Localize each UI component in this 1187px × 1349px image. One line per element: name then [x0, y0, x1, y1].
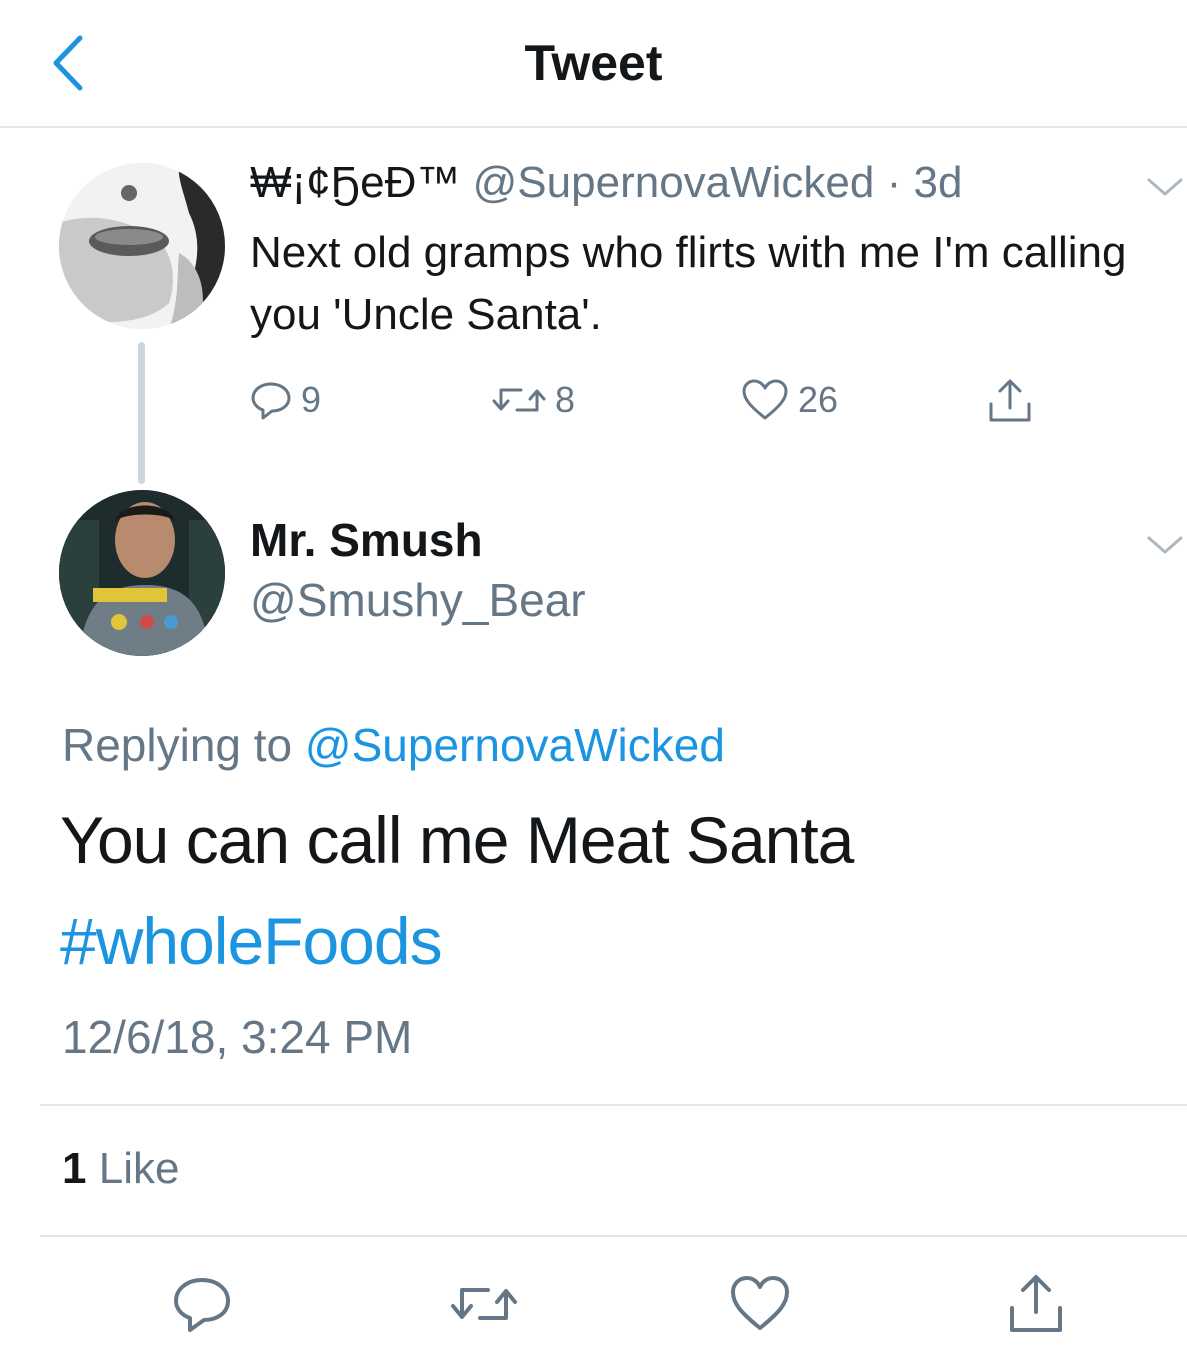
replying-to-line: Replying to @SupernovaWicked: [62, 718, 725, 772]
parent-display-name[interactable]: ₩¡¢ҔeĐ™: [250, 158, 460, 207]
share-icon: [989, 379, 1031, 422]
replying-to-mention[interactable]: @SupernovaWicked: [305, 719, 725, 771]
thread-connector-line: [138, 342, 145, 484]
parent-tweet-text: Next old gramps who flirts with me I'm c…: [250, 228, 1127, 339]
chevron-down-icon: [1147, 536, 1183, 554]
time-separator: ·: [886, 158, 902, 207]
reply-icon: [251, 382, 291, 420]
like-button[interactable]: [728, 1272, 792, 1336]
reply-button[interactable]: [170, 1272, 234, 1336]
divider: [40, 1104, 1187, 1106]
likes-label: Like: [98, 1144, 180, 1193]
hashtag-link[interactable]: #wholeFoods: [60, 903, 443, 979]
retweet-icon: [451, 1288, 517, 1320]
share-icon: [1010, 1275, 1062, 1332]
heart-icon: [731, 1276, 789, 1330]
parent-like-button[interactable]: 26: [740, 378, 838, 422]
tweet-timestamp: 12/6/18, 3:24 PM: [62, 1011, 413, 1063]
divider: [40, 1235, 1187, 1237]
replying-to-label: Replying to: [62, 719, 293, 771]
heart-icon: [742, 379, 788, 420]
profile-photo: [59, 163, 225, 329]
parent-retweet-button[interactable]: 8: [491, 378, 575, 422]
likes-count: 1: [62, 1144, 87, 1193]
parent-share-button[interactable]: [985, 376, 1035, 426]
retweet-icon: [492, 388, 546, 412]
reply-display-name[interactable]: Mr. Smush: [250, 513, 483, 567]
avatar[interactable]: [59, 490, 225, 656]
reply-count: 9: [301, 379, 322, 420]
like-count: 26: [798, 379, 839, 420]
page-title: Tweet: [524, 35, 663, 91]
avatar[interactable]: [59, 163, 225, 329]
retweet-button[interactable]: [448, 1272, 517, 1336]
parent-time: 3d: [913, 158, 963, 207]
reply-tweet-menu-button[interactable]: [1143, 530, 1187, 560]
retweet-count: 8: [555, 379, 576, 420]
parent-handle[interactable]: @SupernovaWicked: [473, 158, 875, 207]
parent-tweet-menu-button[interactable]: [1143, 172, 1187, 202]
parent-tweet-header: ₩¡¢ҔeĐ™ @SupernovaWicked · 3d: [250, 158, 962, 208]
chevron-down-icon: [1147, 178, 1183, 196]
profile-photo: [59, 490, 225, 656]
likes-summary[interactable]: 1 Like: [62, 1144, 179, 1194]
share-button[interactable]: [1004, 1272, 1068, 1336]
navigation-bar: Tweet: [0, 0, 1187, 128]
reply-tweet-text: You can call me Meat Santa: [60, 803, 854, 877]
reply-icon: [174, 1278, 230, 1332]
parent-reply-button[interactable]: 9: [249, 378, 321, 422]
reply-handle[interactable]: @Smushy_Bear: [250, 573, 586, 627]
